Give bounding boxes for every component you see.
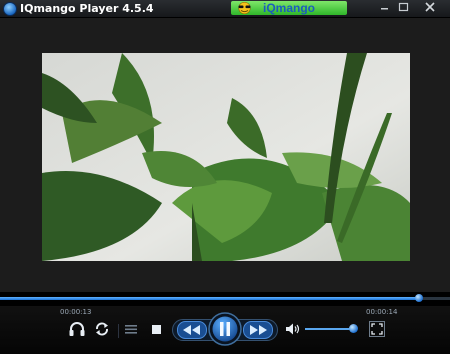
total-time: 00:00:14 (366, 308, 398, 316)
close-icon (425, 2, 435, 12)
rewind-icon (177, 321, 207, 339)
control-bar: 00:00:13 00:00:14 (0, 306, 450, 354)
maximize-button[interactable] (394, 0, 413, 15)
close-button[interactable] (416, 0, 444, 15)
window-title: IQmango Player 4.5.4 (20, 2, 154, 15)
seek-progress (0, 297, 419, 300)
volume-button[interactable] (285, 322, 301, 336)
fullscreen-button[interactable] (369, 321, 385, 337)
rewind-button[interactable] (177, 321, 207, 339)
video-canvas[interactable] (42, 53, 410, 261)
fast-forward-button[interactable] (243, 321, 273, 339)
fast-forward-icon (243, 321, 273, 339)
seek-handle[interactable] (414, 294, 423, 302)
elapsed-time: 00:00:13 (60, 308, 92, 316)
playlist-icon (125, 325, 137, 334)
minimize-icon (381, 8, 388, 10)
volume-slider-handle[interactable] (348, 324, 358, 333)
minimize-button[interactable] (375, 0, 394, 15)
video-frame[interactable] (0, 18, 450, 292)
pause-button[interactable] (208, 312, 242, 346)
fullscreen-icon (369, 321, 385, 337)
pause-icon (208, 312, 242, 346)
maximize-icon (398, 2, 409, 12)
stop-icon (152, 325, 161, 334)
brand-label: iQmango (263, 1, 316, 15)
brand-banner[interactable]: iQmango (231, 1, 347, 15)
seek-bar[interactable] (0, 292, 450, 306)
playlist-button[interactable] (124, 322, 138, 336)
sunglasses-smiley-icon (238, 2, 251, 14)
title-bar[interactable]: IQmango Player 4.5.4 iQmango (0, 0, 450, 18)
stop-button[interactable] (150, 323, 163, 336)
volume-icon (286, 323, 300, 335)
volume-level (305, 328, 353, 330)
separator (118, 324, 119, 338)
headphones-button[interactable] (67, 320, 87, 338)
repeat-icon (96, 322, 108, 336)
app-logo-icon (3, 2, 17, 16)
repeat-button[interactable] (93, 320, 111, 338)
video-frame-plant (42, 53, 410, 261)
headphones-icon (69, 322, 85, 336)
